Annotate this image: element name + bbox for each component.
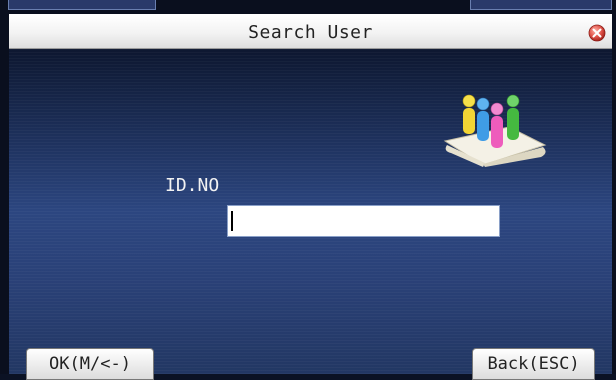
top-tab-left	[8, 0, 156, 10]
users-icon	[443, 94, 547, 167]
content-area: ID.NO	[9, 49, 612, 374]
title-bar: Search User	[9, 14, 612, 49]
id-no-label: ID.NO	[165, 175, 220, 196]
ok-button[interactable]: OK(M/<-)	[26, 348, 154, 380]
window-title: Search User	[248, 22, 373, 43]
back-button[interactable]: Back(ESC)	[472, 348, 595, 380]
text-cursor	[231, 211, 233, 231]
close-icon[interactable]	[588, 24, 606, 42]
top-tab-right	[470, 0, 612, 10]
search-user-window: Search User ID.NO OK(M/<-) Back(ESC)	[0, 14, 616, 380]
id-no-input[interactable]	[227, 205, 500, 237]
top-strip	[0, 0, 616, 14]
